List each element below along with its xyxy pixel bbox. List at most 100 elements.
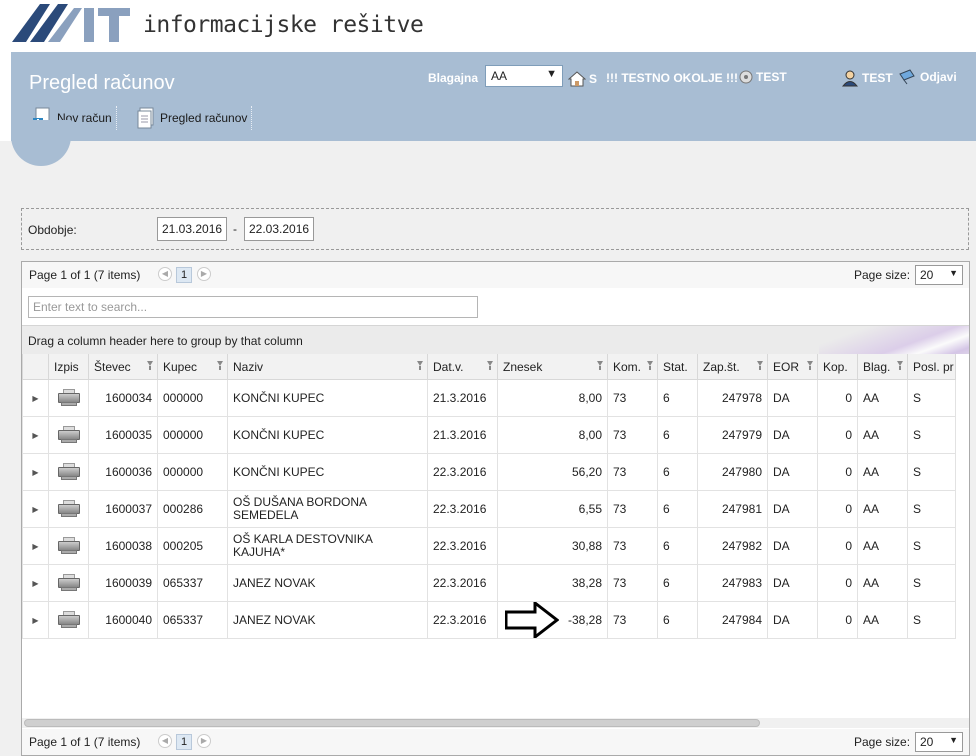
cell-eor: DA (767, 601, 818, 639)
table-row[interactable]: ▶ 1600037 000286 OŠ DUŠANA BORDONA SEMEDELA… (22, 490, 956, 528)
horizontal-scrollbar[interactable] (22, 718, 969, 728)
col-znesek[interactable]: Znesek (497, 354, 608, 380)
cell-naziv: JANEZ NOVAK (227, 601, 428, 639)
current-page-button[interactable]: 1 (176, 734, 192, 750)
annotation-arrow-icon (505, 602, 559, 638)
filter-icon[interactable] (597, 361, 603, 370)
col-kom[interactable]: Kom. (607, 354, 658, 380)
print-cell (48, 453, 89, 491)
cell-znesek: 8,00 (497, 416, 608, 454)
prev-page-icon[interactable]: ◀ (158, 734, 172, 748)
cell-kop: 0 (817, 527, 858, 565)
next-page-icon[interactable]: ▶ (197, 734, 211, 748)
col-izpis[interactable]: Izpis (48, 354, 89, 380)
table-row[interactable]: ▶ 1600038 000205 OŠ KARLA DESTOVNIKA KAJUHA… (22, 527, 956, 565)
printer-icon[interactable] (57, 389, 80, 407)
table-row[interactable]: ▶ 1600040 065337 JANEZ NOVAK 22.3.2016 -38,28… (22, 601, 956, 639)
expand-row-icon[interactable]: ▶ (22, 490, 49, 528)
cell-blag: AA (857, 564, 908, 602)
printer-icon[interactable] (57, 537, 80, 555)
col-kupec[interactable]: Kupec (157, 354, 228, 380)
invoice-list-icon (136, 107, 156, 129)
col-zapst-label: Zap.št. (703, 359, 740, 374)
filter-icon[interactable] (417, 361, 423, 370)
col-naziv[interactable]: Naziv (227, 354, 428, 380)
print-cell (48, 527, 89, 565)
filter-icon[interactable] (647, 361, 653, 370)
cell-kom: 73 (607, 453, 658, 491)
invoice-list-button[interactable]: Pregled računov (136, 104, 253, 132)
logout-button[interactable]: Odjavi (898, 69, 957, 85)
home-link[interactable]: S (568, 71, 597, 87)
table-row[interactable]: ▶ 1600039 065337 JANEZ NOVAK 22.3.2016 38,28 7… (22, 564, 956, 602)
page-size-select[interactable]: 20 ▼ (915, 265, 963, 285)
filter-icon[interactable] (897, 361, 903, 370)
cell-stevec: 1600034 (88, 379, 158, 417)
printer-icon[interactable] (57, 463, 80, 481)
home-icon (568, 71, 586, 87)
period-filter: Obdobje: 21.03.2016 - 22.03.2016 (21, 208, 969, 250)
test-label: TEST (756, 70, 787, 84)
cell-kom: 73 (607, 564, 658, 602)
cell-stevec: 1600040 (88, 601, 158, 639)
col-kupec-label: Kupec (163, 359, 198, 374)
search-input[interactable] (29, 297, 477, 317)
col-kop[interactable]: Kop. (817, 354, 858, 380)
expand-row-icon[interactable]: ▶ (22, 379, 49, 417)
col-zapst[interactable]: Zap.št. (697, 354, 768, 380)
cell-zapst: 247979 (697, 416, 768, 454)
table-row[interactable]: ▶ 1600036 000000 KONČNI KUPEC 22.3.2016 56,20… (22, 453, 956, 491)
cell-znesek: 8,00 (497, 379, 608, 417)
date-from-input[interactable]: 21.03.2016 (157, 217, 227, 241)
col-posl[interactable]: Posl. pr (907, 354, 956, 380)
user-link[interactable]: TEST (841, 69, 893, 87)
printer-icon[interactable] (57, 574, 80, 592)
bottom-pager: Page 1 of 1 (7 items) ◀ 1 ▶ Page size: 2… (22, 729, 969, 755)
col-blag[interactable]: Blag. (857, 354, 908, 380)
col-eor[interactable]: EOR (767, 354, 818, 380)
expand-row-icon[interactable]: ▶ (22, 601, 49, 639)
test-settings-link[interactable]: TEST (738, 69, 787, 85)
expand-row-icon[interactable]: ▶ (22, 527, 49, 565)
group-panel[interactable]: Drag a column header here to group by th… (22, 325, 969, 354)
date-to-input[interactable]: 22.03.2016 (244, 217, 314, 241)
printer-icon[interactable] (57, 611, 80, 629)
expand-row-icon[interactable]: ▶ (22, 453, 49, 491)
blagajna-value: AA (491, 69, 508, 83)
col-blag-label: Blag. (863, 359, 891, 374)
page-size-select[interactable]: 20 ▼ (915, 732, 963, 752)
scrollbar-thumb[interactable] (24, 719, 760, 727)
cell-zapst: 247982 (697, 527, 768, 565)
cell-naziv: JANEZ NOVAK (227, 564, 428, 602)
print-cell (48, 601, 89, 639)
printer-icon[interactable] (57, 426, 80, 444)
filter-icon[interactable] (487, 361, 493, 370)
col-stat[interactable]: Stat. (657, 354, 698, 380)
cell-stat: 6 (657, 601, 698, 639)
cell-naziv: KONČNI KUPEC (227, 416, 428, 454)
company-logo (12, 4, 132, 48)
table-row[interactable]: ▶ 1600035 000000 KONČNI KUPEC 21.3.2016 8,00 7… (22, 416, 956, 454)
next-page-icon[interactable]: ▶ (197, 267, 211, 281)
cell-posl: S (907, 490, 956, 528)
expand-row-icon[interactable]: ▶ (22, 564, 49, 602)
filter-icon[interactable] (757, 361, 763, 370)
col-stevec[interactable]: Števec (88, 354, 158, 380)
blagajna-select[interactable]: AA ▼ (485, 65, 563, 87)
filter-icon[interactable] (217, 361, 223, 370)
filter-icon[interactable] (807, 361, 813, 370)
cell-zapst: 247980 (697, 453, 768, 491)
prev-page-icon[interactable]: ◀ (158, 267, 172, 281)
table-row[interactable]: ▶ 1600034 000000 KONČNI KUPEC 21.3.2016 8,00 7… (22, 379, 956, 417)
col-datum[interactable]: Dat.v. (427, 354, 498, 380)
cell-blag: AA (857, 527, 908, 565)
cell-blag: AA (857, 490, 908, 528)
filter-icon[interactable] (147, 361, 153, 370)
current-page-button[interactable]: 1 (176, 267, 192, 283)
cell-kom: 73 (607, 379, 658, 417)
col-eor-label: EOR (773, 359, 800, 374)
expand-row-icon[interactable]: ▶ (22, 416, 49, 454)
cell-stevec: 1600037 (88, 490, 158, 528)
printer-icon[interactable] (57, 500, 80, 518)
cell-stat: 6 (657, 490, 698, 528)
